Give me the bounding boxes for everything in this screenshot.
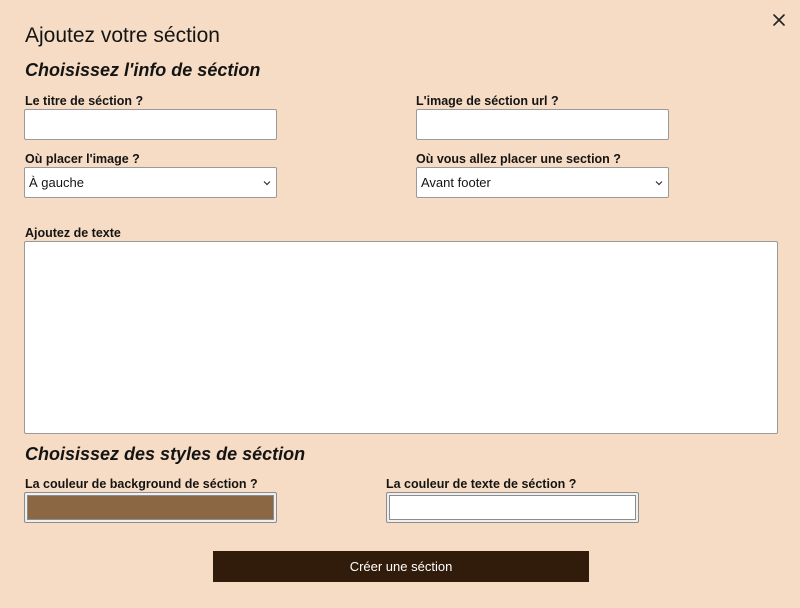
image-position-selected: À gauche [29, 175, 84, 190]
section-position-select[interactable]: Avant footer [416, 167, 669, 198]
style-section-heading: Choisissez des styles de séction [25, 444, 306, 464]
bg-color-picker[interactable] [24, 492, 277, 523]
section-title-input[interactable] [24, 109, 277, 140]
close-button[interactable] [770, 11, 788, 29]
text-color-swatch [389, 495, 636, 520]
section-position-label: Où vous allez placer une section ? [416, 152, 621, 166]
image-url-label: L'image de séction url ? [416, 94, 559, 108]
section-position-selected: Avant footer [421, 175, 491, 190]
info-section-heading: Choisissez l'info de séction [25, 60, 261, 80]
image-url-input[interactable] [416, 109, 669, 140]
create-section-button[interactable]: Créer une séction [213, 551, 589, 582]
section-title-label: Le titre de séction ? [25, 94, 144, 108]
close-icon [773, 14, 785, 26]
text-color-label: La couleur de texte de séction ? [386, 477, 577, 491]
text-color-picker[interactable] [386, 492, 639, 523]
chevron-down-icon [262, 178, 272, 188]
chevron-down-icon [654, 178, 664, 188]
image-position-label: Où placer l'image ? [25, 152, 140, 166]
image-position-select[interactable]: À gauche [24, 167, 277, 198]
bg-color-label: La couleur de background de séction ? [25, 477, 258, 491]
bg-color-swatch [27, 495, 274, 520]
modal-title: Ajoutez votre séction [25, 24, 220, 47]
section-text-label: Ajoutez de texte [25, 226, 121, 240]
section-text-textarea[interactable] [24, 241, 778, 434]
